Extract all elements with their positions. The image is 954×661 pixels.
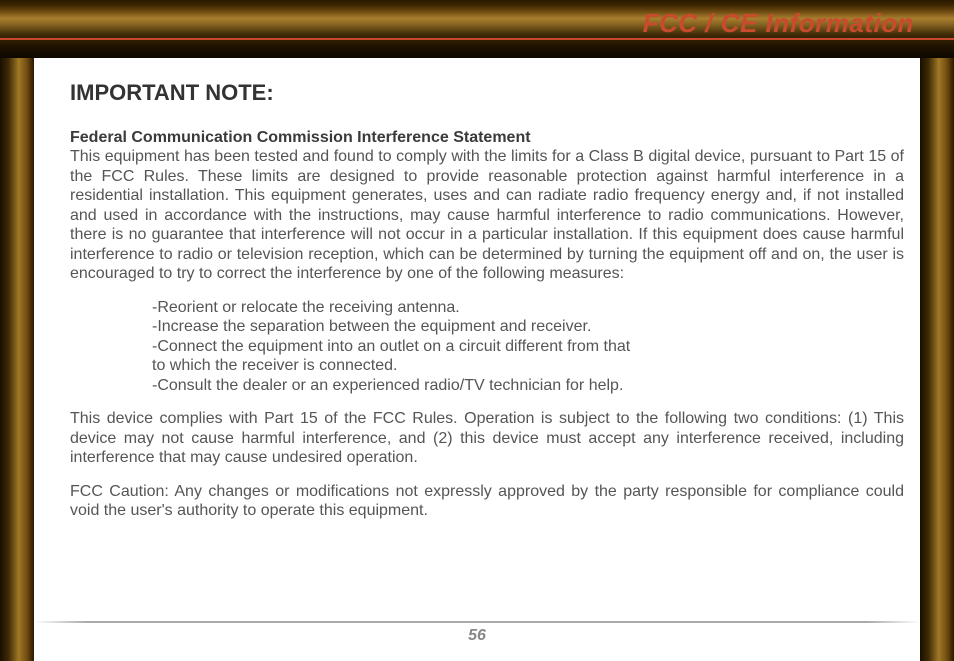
fcc-caution-paragraph: FCC Caution: Any changes or modification… (70, 482, 904, 521)
important-note-heading: IMPORTANT NOTE: (70, 80, 904, 106)
right-border-stripe (920, 58, 954, 661)
interference-measures-list: -Reorient or relocate the receiving ante… (70, 298, 904, 396)
footer: 56 (34, 621, 920, 645)
footer-divider (34, 621, 920, 623)
page-header-title: FCC / CE Information (0, 8, 954, 39)
page-number: 56 (34, 627, 920, 645)
fcc-statement-paragraph-2: This device complies with Part 15 of the… (70, 409, 904, 468)
measure-item: -Connect the equipment into an outlet on… (152, 337, 904, 357)
measure-item: to which the receiver is connected. (152, 356, 904, 376)
document-content: IMPORTANT NOTE: Federal Communication Co… (70, 80, 904, 521)
measure-item: -Reorient or relocate the receiving ante… (152, 298, 904, 318)
measure-item: -Consult the dealer or an experienced ra… (152, 376, 904, 396)
left-border-stripe (0, 58, 34, 661)
fcc-statement-paragraph-1: This equipment has been tested and found… (70, 147, 904, 284)
measure-item: -Increase the separation between the equ… (152, 317, 904, 337)
fcc-statement-subheading: Federal Communication Commission Interfe… (70, 128, 904, 147)
